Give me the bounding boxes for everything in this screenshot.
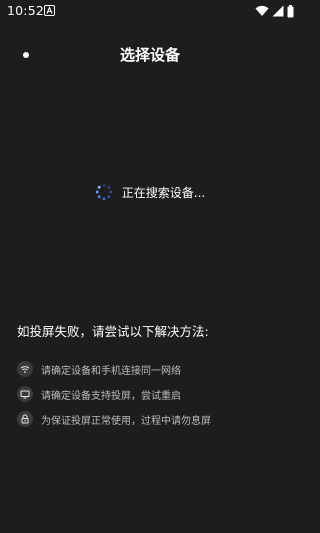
cast-device-picker-screen: 10:52 选择设备 正在搜索设备... 如投屏失败，请尝试以下解决方法: 请确… [0, 0, 300, 533]
troubleshooting-title: 如投屏失败，请尝试以下解决方法: [17, 324, 209, 339]
monitor-icon [17, 386, 33, 402]
status-bar: 10:52 [0, 0, 300, 22]
tip-text: 请确定设备和手机连接同一网络 [41, 365, 181, 377]
tip-item: 为保证投屏正常使用，过程中请勿息屏 [17, 407, 287, 431]
page-title: 选择设备 [119, 46, 180, 64]
troubleshooting-section: 如投屏失败，请尝试以下解决方法: 请确定设备和手机连接同一网络 请确定设备支持投… [17, 321, 287, 431]
search-status: 正在搜索设备... [0, 181, 300, 203]
status-icons [255, 4, 294, 18]
tip-text: 为保证投屏正常使用，过程中请勿息屏 [41, 415, 211, 427]
signal-icon [272, 5, 284, 17]
wifi-icon [255, 5, 269, 16]
header: 选择设备 [0, 40, 300, 70]
battery-icon [287, 4, 294, 17]
wifi-icon [17, 361, 33, 377]
tip-text: 请确定设备支持投屏，尝试重启 [41, 390, 181, 402]
status-time: 10:52 [7, 3, 45, 18]
notification-a-icon [44, 5, 55, 16]
tip-item: 请确定设备和手机连接同一网络 [17, 357, 287, 381]
tip-item: 请确定设备支持投屏，尝试重启 [17, 382, 287, 406]
search-status-text: 正在搜索设备... [121, 185, 206, 200]
loading-spinner-icon [95, 183, 113, 201]
lock-icon [17, 411, 33, 427]
